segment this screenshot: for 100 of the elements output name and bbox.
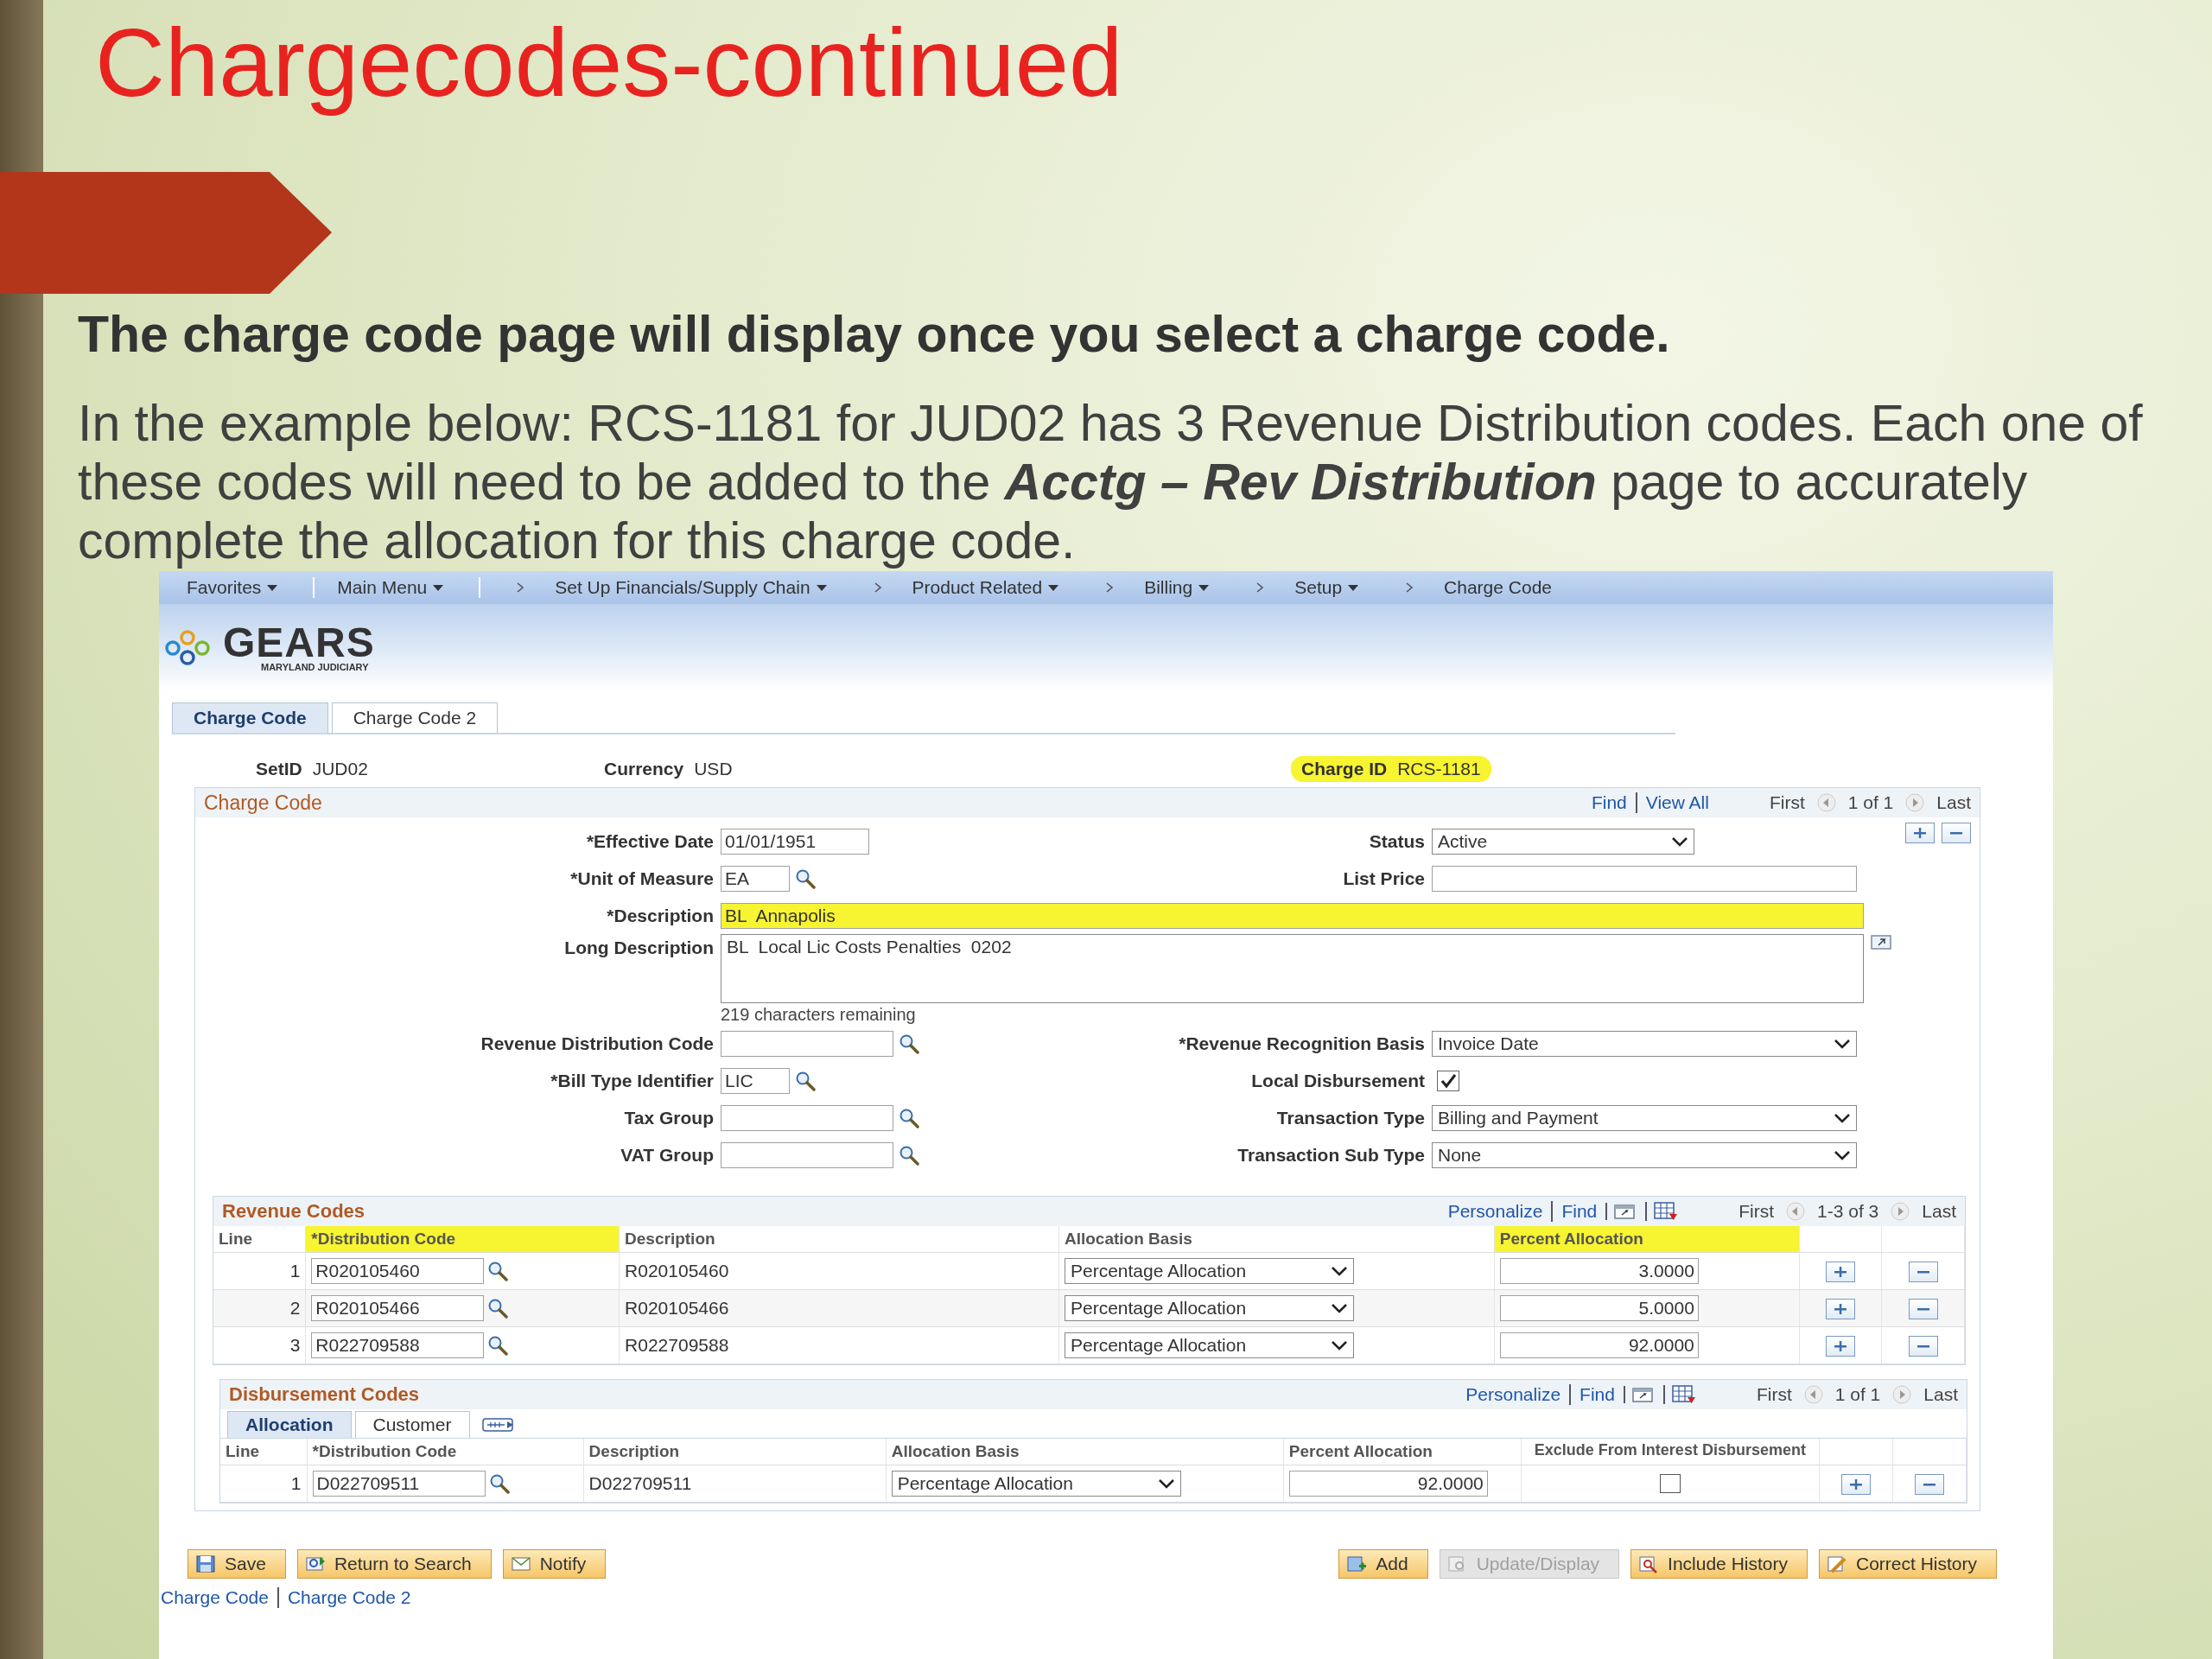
dropdown[interactable]: Percentage Allocation	[1064, 1332, 1354, 1358]
first-label: First	[1738, 1201, 1775, 1222]
search-icon[interactable]	[487, 1335, 509, 1356]
checkbox[interactable]	[1437, 1070, 1459, 1091]
column-header: Percent Allocation	[1283, 1439, 1522, 1465]
logo-name: GEARS	[223, 623, 375, 662]
search-icon[interactable]	[795, 868, 816, 889]
add-icon	[1346, 1554, 1368, 1573]
button[interactable]: Notify	[502, 1549, 607, 1579]
delete-row-button[interactable]	[1908, 1298, 1938, 1319]
line-number: 3	[213, 1326, 306, 1364]
tab[interactable]: Charge Code	[172, 702, 328, 733]
button[interactable]: Return to Search	[296, 1549, 492, 1579]
delete-row-button[interactable]	[1908, 1261, 1938, 1282]
column-header: Description	[619, 1226, 1059, 1253]
save-button[interactable]: Save	[188, 1549, 286, 1579]
notify-icon	[510, 1554, 531, 1573]
next-icon[interactable]	[1905, 793, 1925, 812]
field-label: *Bill Type Identifier	[550, 1070, 714, 1091]
search-icon[interactable]	[899, 1144, 919, 1166]
input-field[interactable]: R022709588	[311, 1332, 485, 1358]
input-field[interactable]: R020105460	[311, 1258, 485, 1284]
input-field[interactable]: R020105466	[311, 1295, 485, 1321]
window-icon[interactable]	[1623, 1386, 1655, 1403]
menu-item[interactable]: Charge Code	[1433, 577, 1562, 598]
last-label: Last	[1936, 792, 1971, 813]
input-field[interactable]: LIC	[721, 1067, 790, 1094]
input-field[interactable]: BL Annapolis	[721, 902, 1864, 929]
search-icon[interactable]	[899, 1033, 919, 1054]
link[interactable]: Find	[1591, 792, 1627, 813]
add-row-button[interactable]	[1825, 1261, 1855, 1282]
menu-item[interactable]: Favorites	[176, 577, 315, 598]
field-label: List Price	[1342, 868, 1425, 889]
section-title: Disbursement Codes	[229, 1383, 420, 1406]
field-label: Revenue Distribution Code	[480, 1033, 714, 1054]
window-icon[interactable]	[1605, 1203, 1637, 1220]
link[interactable]: View All	[1635, 792, 1709, 813]
expand-icon[interactable]	[1871, 934, 1893, 951]
save-icon	[195, 1554, 216, 1573]
previous-icon[interactable]	[1803, 1385, 1823, 1404]
search-icon[interactable]	[488, 1473, 510, 1494]
dropdown[interactable]: Percentage Allocation	[1064, 1295, 1354, 1321]
tab[interactable]: Customer	[354, 1411, 470, 1438]
menu-item[interactable]: Setup	[1284, 577, 1370, 598]
button[interactable]: Include History	[1630, 1549, 1808, 1579]
input-field[interactable]: 92.0000	[1288, 1471, 1488, 1497]
delete-row-button[interactable]	[1914, 1473, 1944, 1495]
dropdown[interactable]: None	[1432, 1141, 1857, 1168]
next-icon[interactable]	[1891, 1202, 1910, 1221]
column-header: Exclude From Interest Disbursement	[1521, 1439, 1820, 1465]
table-cell: R022709588	[619, 1326, 1059, 1364]
link[interactable]: Find	[1569, 1384, 1615, 1405]
add-row-button[interactable]	[1825, 1298, 1855, 1319]
tab[interactable]: Allocation	[227, 1411, 352, 1438]
add-row-button[interactable]	[1840, 1473, 1871, 1495]
link[interactable]: Personalize	[1447, 1201, 1543, 1222]
input-field[interactable]: 92.0000	[1499, 1332, 1699, 1358]
link[interactable]: Charge Code	[161, 1587, 269, 1608]
chevron-icon	[1330, 1265, 1348, 1277]
input-field[interactable]	[721, 1030, 893, 1057]
previous-icon[interactable]	[1786, 1202, 1806, 1221]
menu-item[interactable]: Main Menu	[327, 577, 481, 598]
dropdown[interactable]: Percentage Allocation	[891, 1471, 1181, 1497]
link[interactable]: Charge Code 2	[276, 1587, 411, 1608]
add-row-button[interactable]	[1825, 1335, 1855, 1357]
input-field[interactable]: 3.0000	[1499, 1258, 1699, 1284]
input-field[interactable]: 5.0000	[1499, 1295, 1699, 1321]
column-header: Allocation Basis	[1058, 1226, 1495, 1253]
input-field[interactable]	[721, 1104, 893, 1131]
dropdown[interactable]: Invoice Date	[1432, 1030, 1857, 1057]
dropdown[interactable]: Billing and Payment	[1432, 1104, 1857, 1131]
button[interactable]: Correct History	[1818, 1549, 1997, 1579]
dropdown[interactable]: Active	[1432, 828, 1694, 855]
previous-icon[interactable]	[1816, 793, 1836, 812]
menu-item[interactable]: Billing	[1134, 577, 1221, 598]
search-icon[interactable]	[795, 1070, 816, 1091]
spreadsheet-icon[interactable]	[1645, 1202, 1679, 1221]
field-label: *Revenue Recognition Basis	[1178, 1033, 1425, 1054]
delete-row-button[interactable]	[1942, 823, 1971, 843]
next-icon[interactable]	[1892, 1385, 1912, 1404]
input-field[interactable]: D022709511	[312, 1471, 486, 1497]
button[interactable]: Add	[1338, 1549, 1428, 1579]
menu-item[interactable]: Product Related	[901, 577, 1071, 598]
search-icon[interactable]	[899, 1107, 919, 1128]
tab[interactable]: Charge Code 2	[331, 702, 499, 733]
search-icon[interactable]	[487, 1298, 509, 1319]
search-icon[interactable]	[487, 1261, 509, 1281]
delete-row-button[interactable]	[1908, 1335, 1938, 1357]
input-field[interactable]	[1432, 865, 1857, 892]
menu-item[interactable]: Set Up Financials/Supply Chain	[544, 577, 838, 598]
textarea-field[interactable]: BL Local Lic Costs Penalties 0202	[721, 934, 1864, 1003]
checkbox[interactable]	[1659, 1474, 1681, 1493]
link[interactable]: Find	[1551, 1201, 1598, 1222]
spreadsheet-icon[interactable]	[1662, 1385, 1696, 1404]
add-row-button[interactable]	[1905, 823, 1935, 843]
link[interactable]: Personalize	[1465, 1384, 1561, 1405]
input-field[interactable]	[721, 1141, 893, 1168]
dropdown[interactable]: Percentage Allocation	[1064, 1258, 1354, 1284]
date-field[interactable]: 01/01/1951	[721, 828, 869, 855]
input-field[interactable]: EA	[721, 865, 790, 892]
